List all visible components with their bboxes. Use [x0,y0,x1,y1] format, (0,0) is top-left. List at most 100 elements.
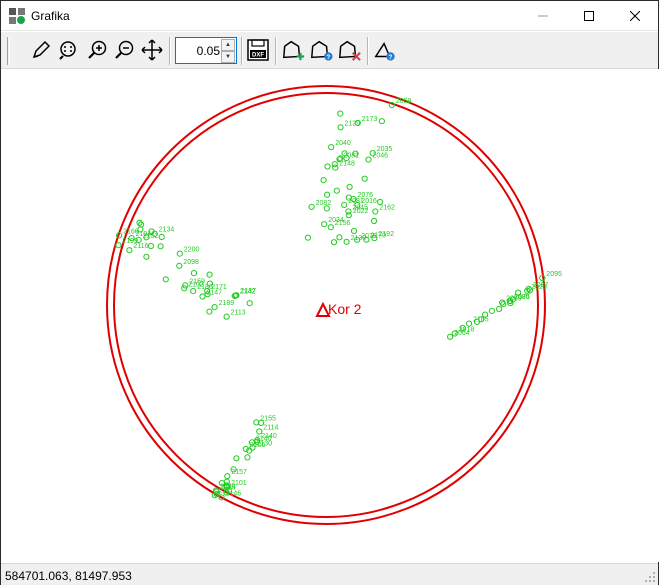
survey-point[interactable] [337,110,344,117]
survey-point[interactable] [256,428,263,435]
plot-svg[interactable]: 205820402045203520222016203420462082 2081… [2,69,659,562]
polygon-delete-button[interactable] [337,38,361,62]
dxf-label: DXF [252,53,264,59]
point-label: 2192 [378,231,394,238]
survey-point[interactable] [321,221,328,228]
survey-point[interactable] [345,212,352,219]
survey-point[interactable] [223,313,230,320]
survey-point[interactable] [331,161,338,168]
close-icon [630,11,640,21]
toolbar-grip[interactable] [7,37,10,65]
pan-button[interactable] [140,38,164,62]
point-label: 2058 [396,98,412,105]
survey-point[interactable] [176,250,183,257]
angle-info-button[interactable]: ? [373,38,397,62]
survey-point[interactable] [162,276,169,283]
survey-point[interactable] [246,300,253,307]
step-input[interactable] [178,41,220,60]
step-spinner: ▲ ▼ [175,37,237,64]
survey-point[interactable] [378,118,385,125]
title-bar[interactable]: Grafika [1,1,658,31]
station-label: Kor 2 [328,301,362,317]
polygon-delete-icon [338,40,361,61]
survey-point[interactable] [327,224,334,231]
zoom-in-button[interactable] [86,38,110,62]
survey-point[interactable] [324,163,331,170]
survey-point[interactable] [350,227,358,235]
save-dxf-button[interactable]: DXF [246,38,270,62]
point-label: 2180 [197,284,213,291]
survey-point[interactable] [447,333,454,340]
triangle-down-icon: ▼ [225,54,231,60]
resize-grip-icon[interactable] [644,571,656,583]
survey-point[interactable] [341,201,348,208]
point-label: 2114 [263,425,278,432]
zoom-fit-button[interactable] [56,38,80,62]
outer-circle [106,85,546,525]
close-button[interactable] [612,1,658,31]
survey-point[interactable] [500,301,507,308]
zoom-in-icon [88,40,107,59]
polygon-add-button[interactable] [281,38,305,62]
survey-point[interactable] [211,304,218,311]
point-label: 2137 [240,288,256,295]
survey-point[interactable] [304,234,311,241]
point-label: 2082 [316,200,332,207]
survey-point[interactable] [365,156,372,163]
survey-point[interactable] [233,455,240,462]
point-label: 2171 [211,284,227,291]
survey-point[interactable] [206,271,213,278]
survey-point[interactable] [190,288,197,295]
toolbar-separator [367,37,369,65]
survey-point[interactable] [466,320,473,327]
spin-down-button[interactable]: ▼ [221,51,235,63]
station-marker[interactable]: Kor 2 [315,301,362,317]
survey-point[interactable] [328,144,335,151]
survey-point[interactable] [244,454,251,461]
drawing-canvas[interactable]: 2058 2040 2045 2035 2022 2016 2034 2046 2082 2081… [2,69,659,562]
window-title: Grafika [31,9,70,23]
survey-point[interactable] [126,247,133,254]
survey-point[interactable] [372,208,379,215]
survey-point[interactable] [176,262,183,269]
survey-point[interactable] [496,306,503,313]
app-icon [9,8,25,24]
angle-info-icon: ? [374,41,395,61]
inner-circle [113,92,539,518]
polygon-info-icon: ? [310,40,333,61]
spin-up-button[interactable]: ▲ [221,39,235,51]
survey-point[interactable] [224,473,231,480]
survey-point[interactable] [333,187,340,194]
survey-point[interactable] [143,253,150,260]
polygon-info-button[interactable]: ? [309,38,333,62]
survey-point[interactable] [343,238,350,245]
survey-point[interactable] [158,233,165,241]
survey-point[interactable] [337,124,344,131]
save-dxf-icon: DXF [247,39,269,61]
survey-point[interactable] [361,175,368,182]
point-label: 2087 [533,282,549,289]
select-pen-button[interactable] [29,38,53,62]
survey-point[interactable] [330,239,338,246]
survey-point[interactable] [346,183,353,191]
point-label: 2200 [184,247,200,254]
survey-point[interactable] [115,242,122,249]
survey-point[interactable] [371,217,378,225]
survey-point[interactable] [488,307,495,314]
survey-point[interactable] [320,177,327,184]
zoom-out-button[interactable] [113,38,137,62]
survey-point[interactable] [147,242,155,250]
polygon-add-icon [282,40,305,61]
survey-point[interactable] [336,234,343,241]
survey-point[interactable] [190,270,197,277]
survey-point[interactable] [157,243,164,250]
survey-point[interactable] [199,293,206,300]
survey-point[interactable] [206,308,213,315]
point-label: 2130 [351,235,367,242]
survey-point[interactable] [308,203,315,210]
minimize-button[interactable] [520,1,566,31]
select-pen-icon [32,40,51,59]
maximize-button[interactable] [566,1,612,31]
point-label: 2166 [123,228,139,235]
survey-point[interactable] [324,191,331,198]
